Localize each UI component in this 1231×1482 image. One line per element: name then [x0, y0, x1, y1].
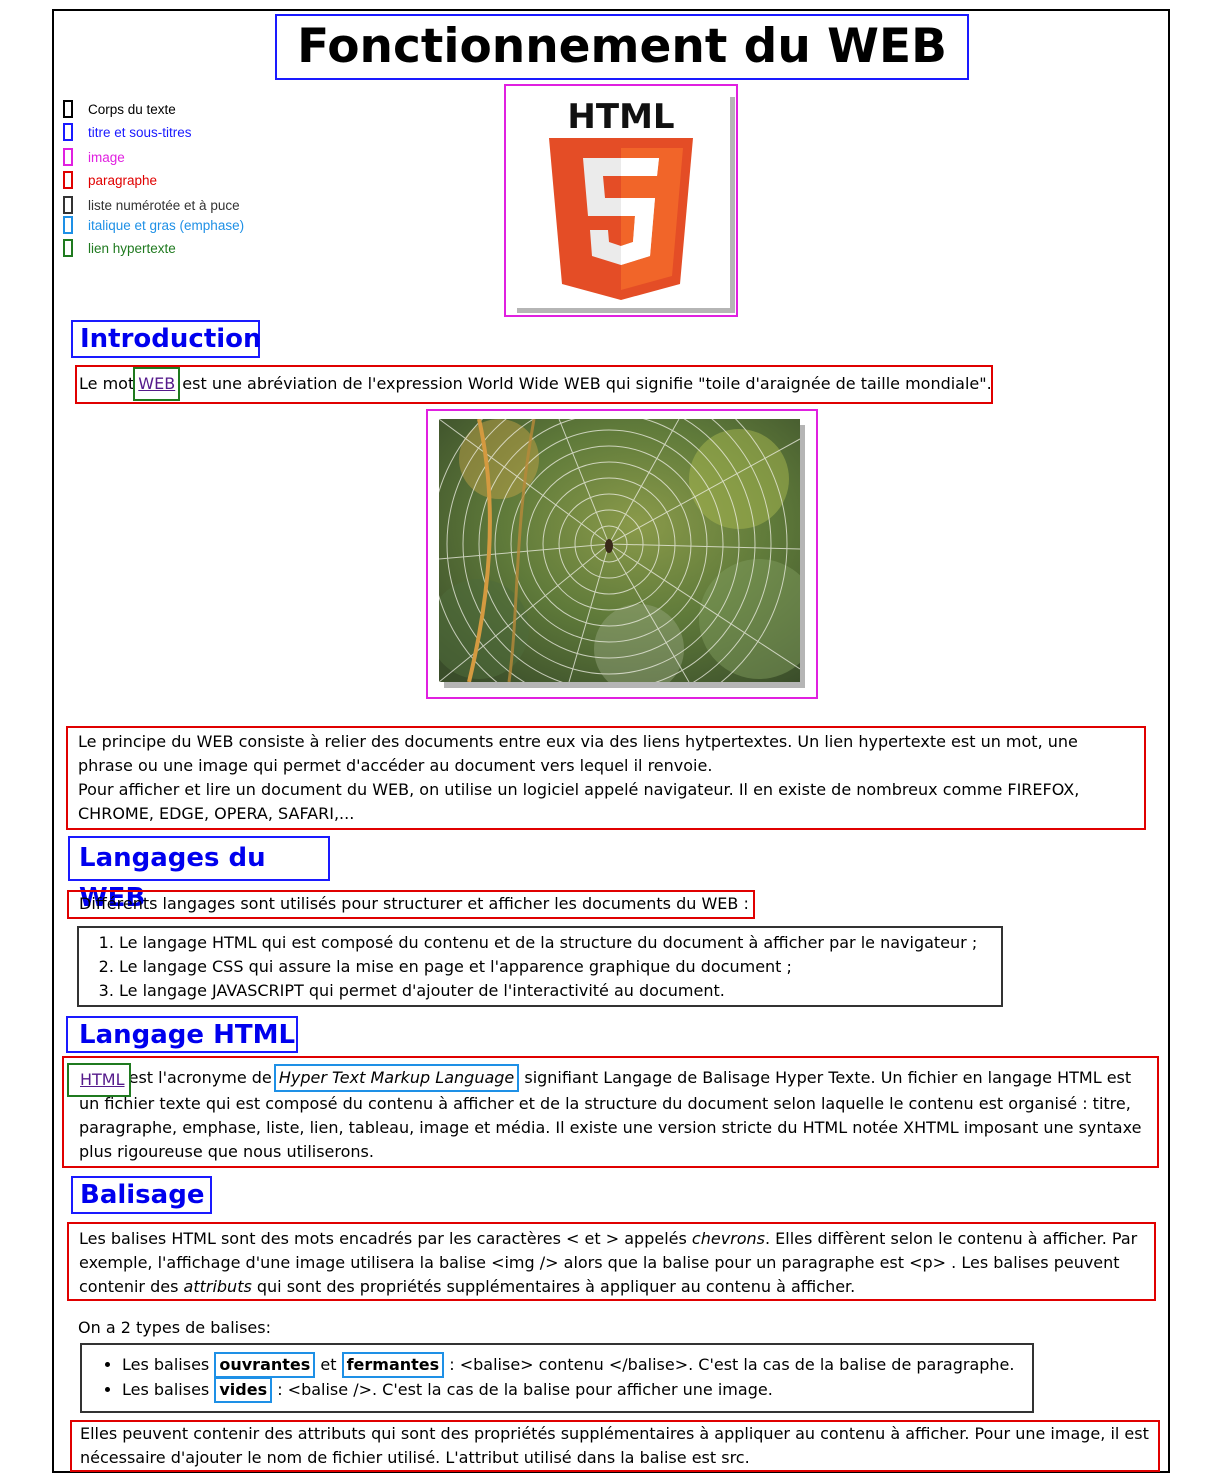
intro-paragraph-2: Le principe du WEB consiste à relier des…	[66, 726, 1146, 830]
text: On a 2 types de balises:	[78, 1318, 271, 1337]
heading-text: Balisage	[80, 1180, 205, 1210]
list-item: Les balises vides : <balise />. C'est la…	[122, 1377, 1032, 1403]
web-link[interactable]: WEB	[133, 367, 181, 401]
text: Les balises HTML sont des mots encadrés …	[79, 1229, 692, 1248]
emphasis-bold: ouvrantes	[214, 1352, 316, 1378]
balisage-types-intro: On a 2 types de balises:	[68, 1313, 668, 1341]
spider-web-image-frame	[426, 409, 818, 699]
langages-intro-paragraph: Différents langages sont utilisés pour s…	[67, 890, 755, 919]
section-heading-introduction: Introduction	[71, 320, 262, 358]
legend-swatch	[63, 123, 73, 141]
heading-text: Langage HTML	[79, 1020, 296, 1050]
emphasis-italic: chevrons	[691, 1229, 765, 1248]
section-heading-langages: Langages du WEB	[68, 836, 330, 913]
html-paragraph: HTML HTML est l'acronyme de Hyper Text M…	[62, 1056, 1159, 1168]
text: est une abréviation de l'expression Worl…	[177, 374, 992, 393]
section-heading-langage-html: Langage HTML	[66, 1016, 298, 1053]
emphasis-italic: attributs	[183, 1277, 252, 1296]
heading-text: Introduction	[80, 324, 262, 354]
legend-label: titre et sous-titres	[88, 125, 192, 140]
legend-label: liste numérotée et à puce	[88, 198, 240, 213]
list-item: Le langage HTML qui est composé du conte…	[119, 931, 1001, 955]
balisage-bullet-list: Les balises ouvrantes et fermantes : <ba…	[80, 1343, 1034, 1413]
page-title: Fonctionnement du WEB	[275, 14, 969, 80]
list-item: Les balises ouvrantes et fermantes : <ba…	[122, 1352, 1032, 1378]
list-item: Le langage JAVASCRIPT qui permet d'ajout…	[119, 979, 1001, 1003]
html5-logo: HTML	[512, 92, 730, 308]
svg-text:HTML: HTML	[567, 97, 674, 137]
emphasis-bold: fermantes	[341, 1352, 445, 1378]
section-heading-balisage: Balisage	[71, 1176, 212, 1214]
legend-swatch	[63, 100, 73, 118]
html5-shield-icon: HTML	[549, 97, 693, 300]
legend-label: Corps du texte	[88, 102, 176, 117]
html-link[interactable]: HTML	[67, 1063, 131, 1097]
emphasis-bold: vides	[214, 1377, 273, 1403]
legend-swatch	[63, 196, 73, 214]
text: Pour afficher et lire un document du WEB…	[78, 780, 1080, 823]
list-item: Le langage CSS qui assure la mise en pag…	[119, 955, 1001, 979]
balisage-paragraph-1: Les balises HTML sont des mots encadrés …	[67, 1222, 1156, 1301]
text: est l'acronyme de	[123, 1068, 277, 1087]
legend-label: image	[88, 150, 125, 165]
spider-web-image	[439, 419, 800, 682]
intro-paragraph-1: Le mot WEB est une abréviation de l'expr…	[75, 365, 993, 404]
html5-logo-frame: HTML	[504, 84, 738, 317]
balisage-paragraph-2: Elles peuvent contenir des attributs qui…	[70, 1420, 1160, 1472]
emphasis-italic: Hyper Text Markup Language	[273, 1064, 520, 1092]
legend-swatch	[63, 216, 73, 234]
text: Le principe du WEB consiste à relier des…	[78, 732, 1078, 775]
legend-swatch	[63, 171, 73, 189]
text: qui sont des propriétés supplémentaires …	[251, 1277, 856, 1296]
legend-swatch	[63, 148, 73, 166]
legend: Corps du texte titre et sous-titres imag…	[63, 100, 303, 265]
text: Le mot	[79, 374, 140, 393]
legend-label: paragraphe	[88, 173, 158, 188]
text: Elles peuvent contenir des attributs qui…	[80, 1424, 1149, 1467]
legend-swatch	[63, 239, 73, 257]
langages-ordered-list: Le langage HTML qui est composé du conte…	[77, 926, 1003, 1007]
legend-label: lien hypertexte	[88, 241, 176, 256]
text: Différents langages sont utilisés pour s…	[79, 894, 749, 913]
legend-label: italique et gras (emphase)	[88, 218, 245, 233]
